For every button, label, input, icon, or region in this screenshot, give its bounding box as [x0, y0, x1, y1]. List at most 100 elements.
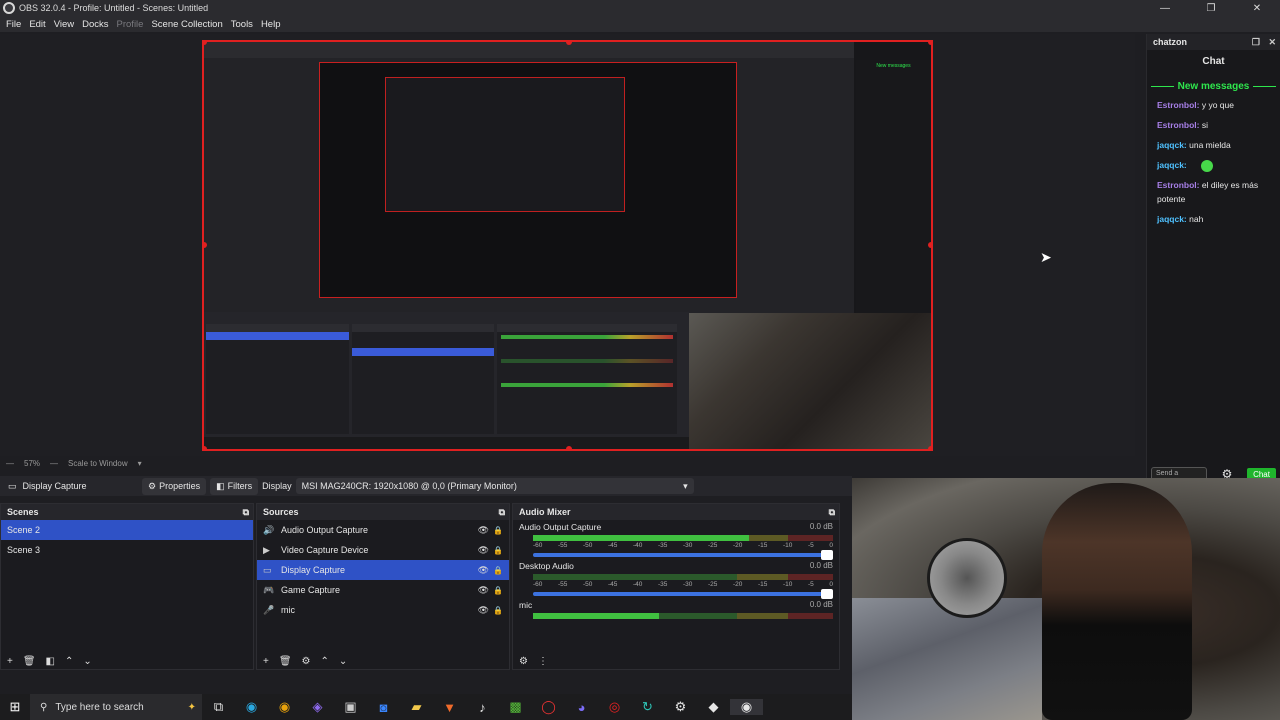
volume-meter-level	[533, 613, 659, 619]
move-up-icon[interactable]: ⌃	[65, 656, 73, 667]
menu-help[interactable]: Help	[257, 19, 285, 30]
webcam-fan	[927, 538, 1007, 618]
meter-tick-label: -50	[583, 542, 593, 549]
opera-icon[interactable]: ◎	[598, 699, 631, 715]
trash-icon[interactable]: 🗑	[279, 656, 292, 667]
more-icon[interactable]: ⋮	[538, 656, 548, 667]
lock-icon[interactable]: 🔒	[493, 606, 503, 615]
close-button[interactable]: ✕	[1234, 0, 1280, 16]
chevron-down-icon[interactable]: ▾	[138, 459, 142, 468]
webcam-person	[1042, 483, 1192, 720]
visibility-eye-icon[interactable]: 👁	[478, 545, 489, 556]
resize-handle[interactable]	[204, 446, 207, 449]
app-icon[interactable]: ↻	[631, 699, 664, 715]
task-view-icon[interactable]: ⧉	[202, 699, 235, 715]
minimize-button[interactable]: —	[1142, 0, 1188, 16]
store-icon[interactable]: ▣	[334, 699, 367, 715]
display-select[interactable]: MSI MAG240CR: 1920x1080 @ 0,0 (Primary M…	[295, 478, 694, 494]
float-dock-icon[interactable]: ⧉	[829, 507, 835, 518]
filter-icon[interactable]: ◧	[46, 656, 55, 667]
context-source: ▭ Display Capture	[0, 481, 142, 492]
windows-start-icon[interactable]: ⊞	[0, 699, 30, 715]
lock-icon[interactable]: 🔒	[493, 566, 503, 575]
maximize-button[interactable]: ❐	[1188, 0, 1234, 16]
source-item[interactable]: 🎮 Game Capture 👁 🔒	[257, 580, 509, 600]
menu-file[interactable]: File	[2, 19, 25, 30]
preview-canvas[interactable]: New messages	[202, 40, 933, 451]
scale-to-window-select[interactable]: Scale to Window	[68, 459, 128, 468]
taskbar-search[interactable]: ⚲ Type here to search ✦	[30, 694, 202, 720]
chrome-icon[interactable]: ◉	[268, 699, 301, 715]
source-item[interactable]: 🔊 Audio Output Capture 👁 🔒	[257, 520, 509, 540]
menu-view[interactable]: View	[50, 19, 78, 30]
visibility-eye-icon[interactable]: 👁	[478, 585, 489, 596]
menu-docks[interactable]: Docks	[78, 19, 112, 30]
menu-scene-collection[interactable]: Scene Collection	[147, 19, 226, 30]
resize-handle[interactable]	[928, 42, 931, 45]
volume-meter	[533, 613, 833, 619]
obs-taskbar-icon[interactable]: ◉	[730, 699, 763, 715]
visibility-eye-icon[interactable]: 👁	[478, 565, 489, 576]
nested-source-row	[352, 332, 494, 340]
opera-gx-icon[interactable]: ◯	[532, 699, 565, 715]
chat-username[interactable]: Estronbol:	[1157, 100, 1200, 110]
scenes-dock: Scenes ⧉ Scene 2 Scene 3 + 🗑 ◧ ⌃ ⌄	[0, 503, 254, 670]
float-dock-icon[interactable]: ❐	[1252, 37, 1260, 47]
visibility-eye-icon[interactable]: 👁	[478, 525, 489, 536]
zoom-minus-icon[interactable]: —	[6, 459, 14, 468]
chat-username[interactable]: Estronbol:	[1157, 120, 1200, 130]
filters-button[interactable]: ◧ Filters	[210, 477, 259, 495]
brave-icon[interactable]: ▼	[433, 700, 466, 715]
scene-item[interactable]: Scene 3	[1, 540, 253, 560]
scene-list: Scene 2 Scene 3	[1, 520, 253, 560]
tiktok-icon[interactable]: ♪	[466, 700, 499, 715]
lock-icon[interactable]: 🔒	[493, 586, 503, 595]
volume-slider[interactable]	[533, 589, 833, 599]
source-item[interactable]: ▭ Display Capture 👁 🔒	[257, 560, 509, 580]
windows-taskbar: ⊞ ⚲ Type here to search ✦ ⧉ ◉ ◉ ◈ ▣ ◙ ▰ …	[0, 694, 852, 720]
camera-icon: ▶	[263, 544, 270, 555]
edge-icon[interactable]: ◉	[235, 699, 268, 715]
chat-username[interactable]: jaqqck:	[1157, 160, 1187, 170]
move-up-icon[interactable]: ⌃	[321, 656, 329, 667]
minecraft-icon[interactable]: ▩	[499, 699, 532, 715]
move-down-icon[interactable]: ⌄	[339, 656, 347, 667]
lock-icon[interactable]: 🔒	[493, 546, 503, 555]
source-item[interactable]: 🎤 mic 👁 🔒	[257, 600, 509, 620]
menu-edit[interactable]: Edit	[25, 19, 49, 30]
chat-message: Estronbol: y yo que	[1147, 98, 1280, 112]
scene-item[interactable]: Scene 2	[1, 520, 253, 540]
zoom-minus-icon[interactable]: —	[50, 459, 58, 468]
steam-icon[interactable]: ⚙	[664, 699, 697, 715]
copilot-icon[interactable]: ◈	[301, 699, 334, 715]
resize-handle[interactable]	[566, 446, 572, 449]
chat-username[interactable]: jaqqck:	[1157, 140, 1187, 150]
chat-username[interactable]: jaqqck:	[1157, 214, 1187, 224]
visibility-eye-icon[interactable]: 👁	[478, 605, 489, 616]
gear-icon[interactable]: ⚙	[519, 656, 528, 667]
trash-icon[interactable]: 🗑	[23, 656, 36, 667]
move-down-icon[interactable]: ⌄	[83, 656, 91, 667]
chat-title: Chat	[1202, 56, 1225, 67]
add-icon[interactable]: +	[263, 656, 269, 667]
menu-tools[interactable]: Tools	[227, 19, 257, 30]
gear-icon[interactable]: ⚙	[302, 656, 311, 667]
scenes-toolbar: + 🗑 ◧ ⌃ ⌄	[1, 653, 253, 669]
close-dock-icon[interactable]: ✕	[1268, 37, 1276, 47]
outlook-icon[interactable]: ◙	[367, 700, 400, 715]
menu-profile[interactable]: Profile	[113, 19, 148, 30]
volume-slider[interactable]	[533, 550, 833, 560]
meter-tick-label: -60	[533, 581, 543, 588]
discord-icon[interactable]: ◕	[565, 700, 598, 715]
float-dock-icon[interactable]: ⧉	[499, 507, 505, 518]
float-dock-icon[interactable]: ⧉	[243, 507, 249, 518]
app-icon[interactable]: ◆	[697, 699, 730, 715]
properties-button[interactable]: ⚙ Properties	[142, 477, 207, 495]
resize-handle[interactable]	[928, 446, 931, 449]
source-item[interactable]: ▶ Video Capture Device 👁 🔒	[257, 540, 509, 560]
add-icon[interactable]: +	[7, 656, 13, 667]
folder-icon[interactable]: ▰	[400, 699, 433, 715]
lock-icon[interactable]: 🔒	[493, 526, 503, 535]
resize-handle[interactable]	[928, 242, 931, 248]
chat-username[interactable]: Estronbol:	[1157, 180, 1200, 190]
